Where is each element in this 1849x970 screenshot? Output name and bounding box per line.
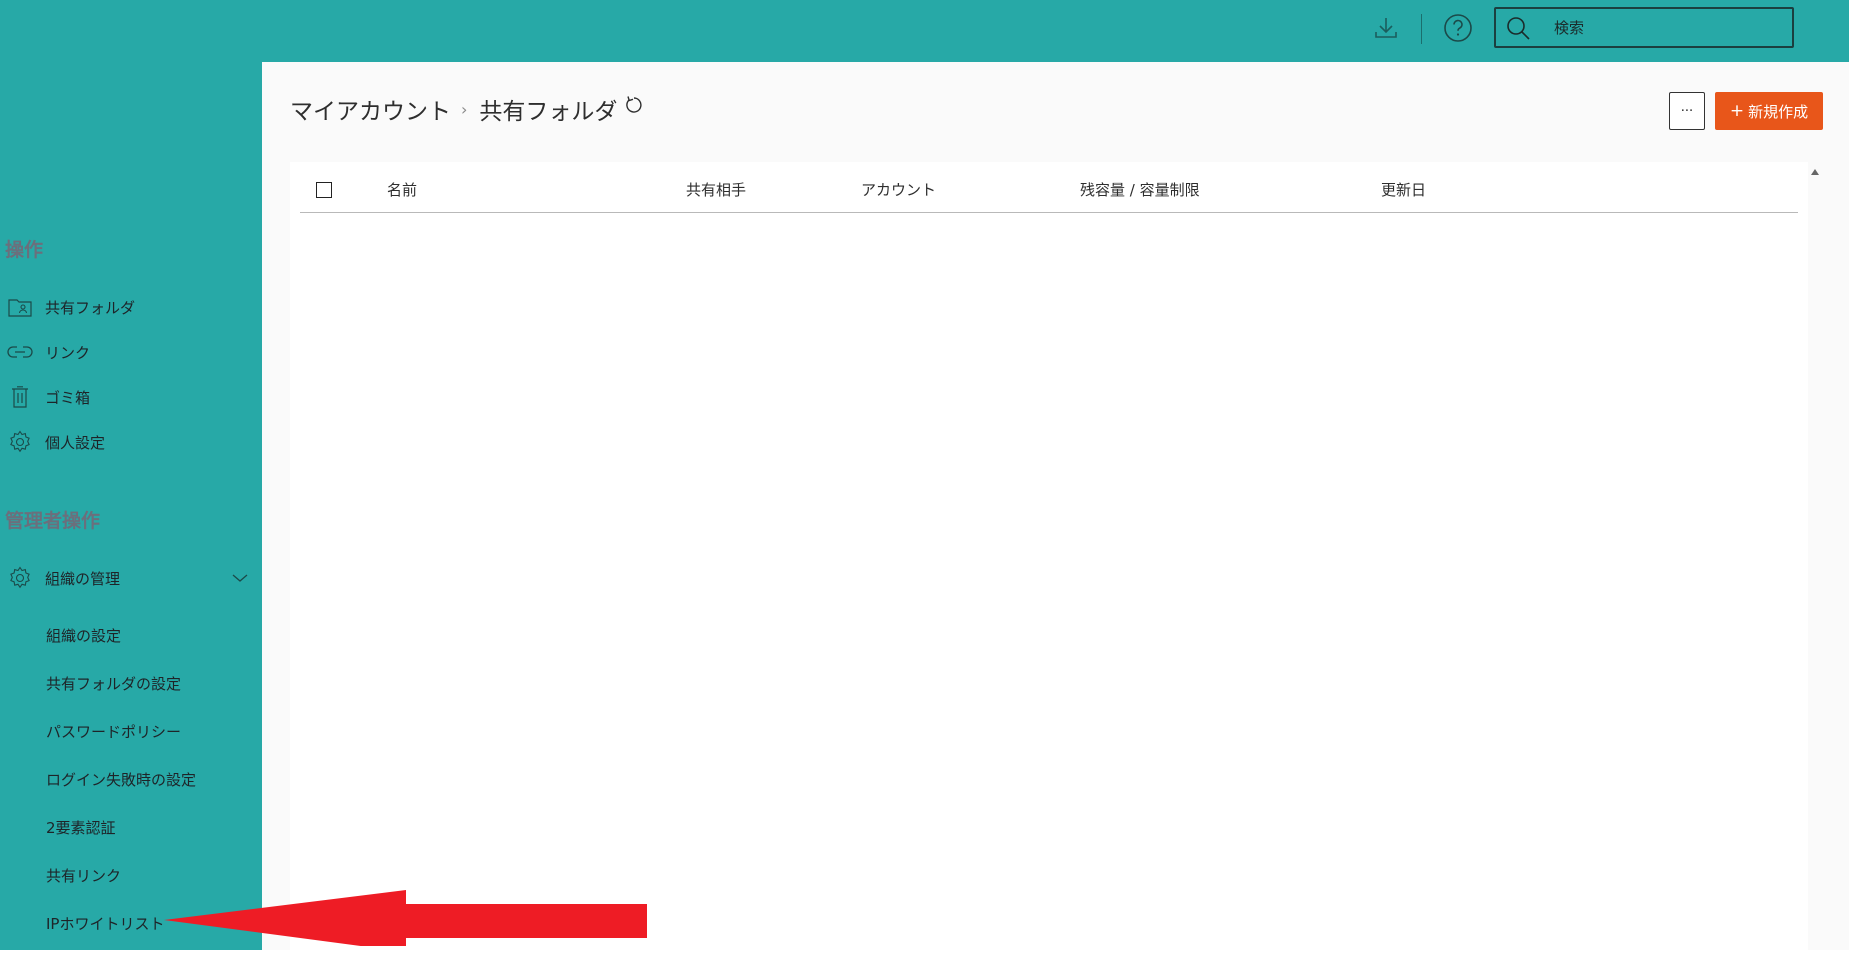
sidebar: 操作 共有フォルダ リンク ゴミ箱 個人設定 管理者操作 組織の管理 組織の設定… [0,62,262,950]
main-content: マイアカウント › 共有フォルダ ··· + 新規作成 名前 共有相手 アカウン… [262,62,1849,950]
sidebar-item-personal-settings[interactable]: 個人設定 [0,424,262,460]
section-title-admin: 管理者操作 [5,510,101,532]
shared-folder-icon [7,294,33,320]
search-input[interactable] [1552,17,1776,38]
sidebar-subitem-password-policy[interactable]: パスワードポリシー [46,721,181,742]
new-create-label: 新規作成 [1748,102,1809,121]
top-bar [0,0,1849,62]
column-header-capacity[interactable]: 残容量 / 容量制限 [1080,179,1200,200]
chevron-down-icon[interactable] [228,566,252,590]
column-header-updated[interactable]: 更新日 [1381,179,1426,200]
plus-icon: + [1729,101,1745,121]
sidebar-item-label: ゴミ箱 [45,388,91,407]
scroll-up-arrow-icon[interactable] [1809,166,1821,178]
new-create-button[interactable]: + 新規作成 [1715,92,1823,130]
annotation-arrow-icon [164,890,647,946]
help-circle-icon[interactable] [1442,12,1474,44]
column-header-account[interactable]: アカウント [861,179,936,200]
column-header-name[interactable]: 名前 [387,179,417,200]
column-header-shared-with[interactable]: 共有相手 [686,179,746,200]
sidebar-subitem-org-settings[interactable]: 組織の設定 [46,625,121,646]
breadcrumb: マイアカウント › 共有フォルダ [290,92,645,126]
refresh-icon[interactable] [623,94,645,116]
sidebar-item-trash[interactable]: ゴミ箱 [0,379,262,415]
sidebar-item-label: 共有フォルダ [45,298,136,317]
gear-icon [7,429,33,455]
sidebar-subitem-login-failure-settings[interactable]: ログイン失敗時の設定 [46,769,196,790]
sidebar-subitem-shared-links[interactable]: 共有リンク [46,865,121,886]
page-title: 共有フォルダ [479,99,618,125]
sidebar-item-org-management[interactable]: 組織の管理 [0,560,262,596]
sidebar-item-label: 個人設定 [45,433,106,452]
shared-folder-table: 名前 共有相手 アカウント 残容量 / 容量制限 更新日 [290,162,1808,950]
search-box[interactable] [1494,7,1794,48]
select-all-checkbox[interactable] [316,182,332,198]
breadcrumb-root[interactable]: マイアカウント [290,92,451,126]
sidebar-item-label: リンク [45,343,91,362]
sidebar-subitem-shared-folder-settings[interactable]: 共有フォルダの設定 [46,673,181,694]
gear-icon [7,565,33,591]
download-icon[interactable] [1370,12,1402,44]
app-window: 操作 共有フォルダ リンク [0,0,1849,950]
sidebar-item-shared-folder[interactable]: 共有フォルダ [0,289,262,325]
table-header: 名前 共有相手 アカウント 残容量 / 容量制限 更新日 [300,162,1798,213]
sidebar-subitem-two-factor-auth[interactable]: 2要素認証 [46,817,116,838]
breadcrumb-separator: › [461,99,468,119]
more-options-button[interactable]: ··· [1669,92,1705,130]
sidebar-item-link[interactable]: リンク [0,334,262,370]
link-icon [7,339,33,365]
trash-icon [7,384,33,410]
sidebar-subitem-ip-whitelist[interactable]: IPホワイトリスト [46,913,164,934]
toolbar-divider [1421,14,1422,44]
sidebar-item-label: 組織の管理 [45,569,121,588]
section-title-operations: 操作 [5,239,44,261]
search-icon [1504,14,1532,42]
